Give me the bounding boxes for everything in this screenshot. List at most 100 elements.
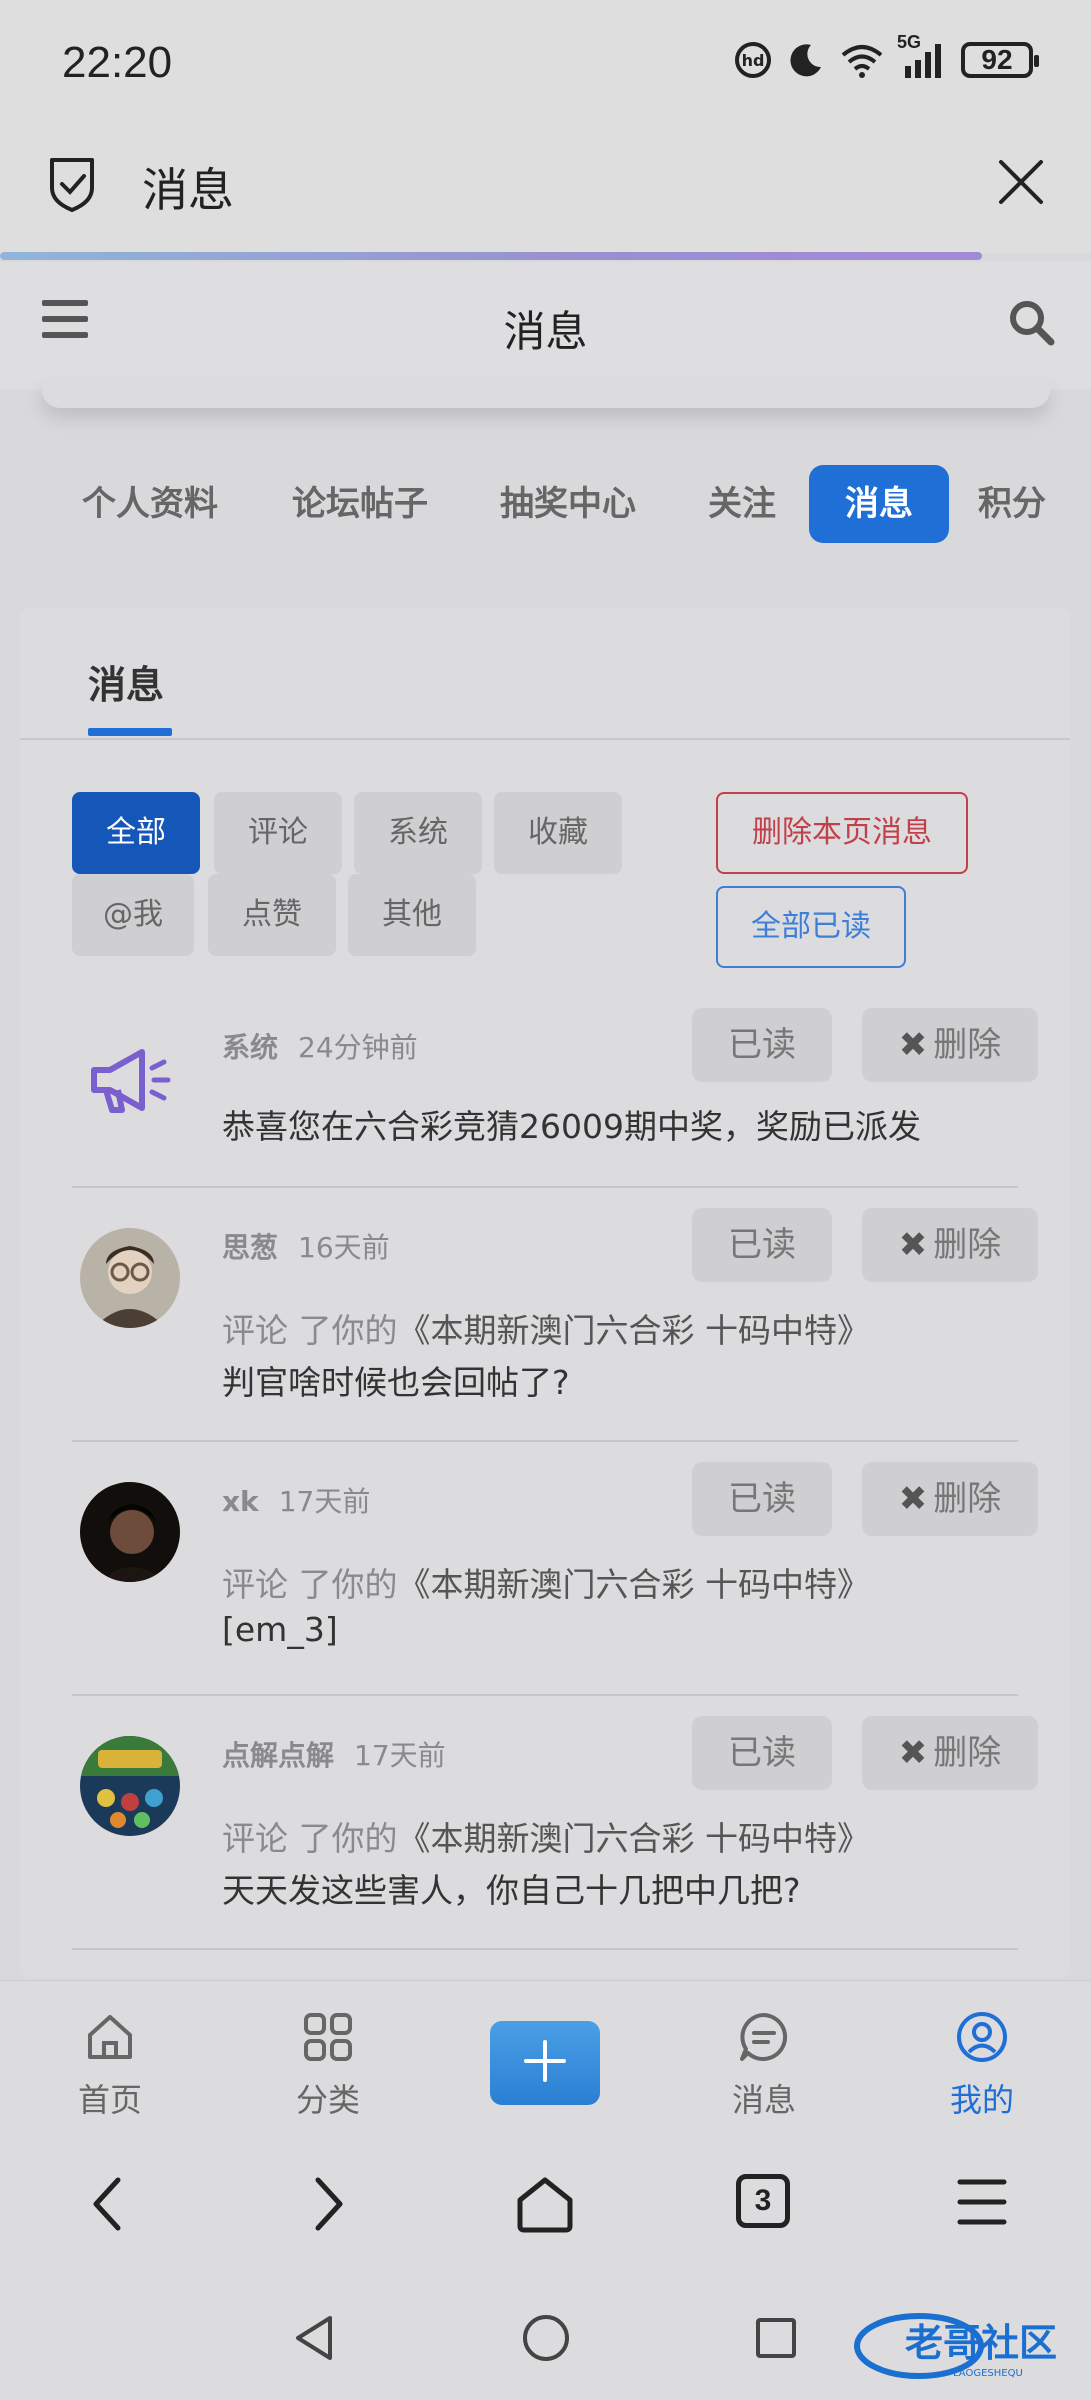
card-divider [20, 738, 1070, 740]
message-item: 思葱 16天前 已读 ✖ 删除 评论 了你的《本期新澳门六合彩 十码中特》 判官啥时… [72, 1208, 1038, 1462]
message-action: 评论 了你的 [222, 1819, 398, 1858]
back-icon[interactable] [88, 2174, 128, 2238]
nav-mine-label: 我的 [949, 2081, 1014, 2119]
chat-icon [736, 2013, 792, 2069]
delete-label: 删除 [933, 1025, 1002, 1065]
message-item: 系统 24分钟前 已读 ✖ 删除 恭喜您在六合彩竞猜26009期中奖，奖励已派发 [72, 1008, 1038, 1208]
system-home-icon[interactable] [520, 2312, 572, 2368]
message-text: 恭喜您在六合彩竞猜26009期中奖，奖励已派发 [222, 1107, 921, 1146]
delete-button[interactable]: ✖ 删除 [862, 1008, 1038, 1082]
status-time: 22:20 [62, 38, 173, 87]
avatar[interactable] [80, 1228, 180, 1328]
system-back-icon[interactable] [290, 2312, 338, 2368]
mark-read-button[interactable]: 已读 [692, 1008, 832, 1082]
system-recents-icon[interactable] [752, 2312, 800, 2368]
tab-profile[interactable]: 个人资料 [70, 465, 230, 543]
card-tab-messages[interactable]: 消息 [88, 654, 164, 709]
network-type: 5G [897, 32, 922, 52]
battery-icon: 92 [961, 42, 1039, 78]
header-shadow-edge [42, 380, 1050, 408]
filter-other[interactable]: 其他 [348, 874, 476, 956]
page-load-progress [0, 252, 982, 260]
card-tab-underline [88, 728, 172, 736]
thread-link[interactable]: 《本期新澳门六合彩 十码中特》 [398, 1819, 871, 1858]
delete-button[interactable]: ✖ 删除 [862, 1716, 1038, 1790]
close-icon: ✖ [898, 1225, 928, 1265]
mark-read-button[interactable]: 已读 [692, 1208, 832, 1282]
filter-comments[interactable]: 评论 [214, 792, 342, 874]
browser-page-title: 消息 [142, 163, 234, 217]
tabs-count-icon[interactable]: 3 [736, 2174, 790, 2228]
message-user[interactable]: 系统 [222, 1031, 278, 1064]
delete-button[interactable]: ✖ 删除 [862, 1208, 1038, 1282]
moon-icon [787, 41, 825, 79]
shield-check-icon[interactable] [44, 154, 100, 218]
status-bar: 22:20 hd 5G 92 [0, 0, 1091, 130]
nav-messages-label: 消息 [731, 2081, 796, 2119]
status-icons: hd 5G 92 [733, 32, 1039, 80]
tab-follow[interactable]: 关注 [700, 465, 784, 543]
close-icon: ✖ [898, 1025, 928, 1065]
new-post-button[interactable] [490, 2021, 600, 2105]
thread-link[interactable]: 《本期新澳门六合彩 十码中特》 [398, 1565, 871, 1604]
filter-favorites[interactable]: 收藏 [494, 792, 622, 874]
forward-icon[interactable] [308, 2174, 348, 2238]
watermark-logo: 老哥社区 LAOGESHEQU [849, 2306, 1079, 2386]
system-nav: 老哥社区 LAOGESHEQU [0, 2280, 1091, 2400]
filter-system[interactable]: 系统 [354, 792, 482, 874]
tab-lottery-center[interactable]: 抽奖中心 [488, 465, 648, 543]
megaphone-icon [80, 1030, 180, 1130]
filter-all[interactable]: 全部 [72, 792, 200, 874]
home-icon [82, 2015, 138, 2069]
mark-read-button[interactable]: 已读 [692, 1462, 832, 1536]
message-time: 17天前 [278, 1485, 371, 1518]
close-icon[interactable] [995, 156, 1047, 212]
tab-messages[interactable]: 消息 [809, 465, 949, 543]
nav-mine[interactable]: 我的 [912, 2009, 1052, 2121]
profile-tabs: 个人资料 论坛帖子 抽奖中心 关注 消息 积分 [0, 465, 1091, 545]
message-meta: xk 17天前 [222, 1480, 370, 1520]
message-time: 17天前 [354, 1739, 446, 1772]
message-context: 评论 了你的《本期新澳门六合彩 十码中特》 [222, 1558, 870, 1606]
filter-likes[interactable]: 点赞 [208, 874, 336, 956]
watermark-brand: 老哥社区 [905, 2321, 1057, 2365]
search-icon[interactable] [1007, 298, 1055, 350]
hd-call-icon: hd [733, 40, 773, 80]
browser-nav: 3 [0, 2130, 1091, 2280]
delete-label: 删除 [933, 1225, 1002, 1265]
message-time: 24分钟前 [298, 1031, 418, 1064]
grid-icon [300, 2013, 356, 2069]
message-meta: 系统 24分钟前 [222, 1026, 418, 1066]
avatar[interactable] [80, 1482, 180, 1582]
nav-categories[interactable]: 分类 [258, 2009, 398, 2121]
message-context: 评论 了你的《本期新澳门六合彩 十码中特》 [222, 1812, 870, 1860]
nav-home[interactable]: 首页 [40, 2009, 180, 2121]
menu-icon[interactable] [956, 2174, 1008, 2234]
message-text: [em_3] [222, 1610, 338, 1649]
home-icon[interactable] [514, 2174, 576, 2238]
message-action: 评论 了你的 [222, 1565, 398, 1604]
message-user[interactable]: 思葱 [222, 1231, 278, 1264]
thread-link[interactable]: 《本期新澳门六合彩 十码中特》 [398, 1311, 871, 1350]
filter-mentions[interactable]: @我 [72, 874, 194, 956]
site-header: 消息 [0, 262, 1091, 390]
nav-messages[interactable]: 消息 [694, 2009, 834, 2121]
mark-read-button[interactable]: 已读 [692, 1716, 832, 1790]
avatar[interactable] [80, 1736, 180, 1836]
browser-title-bar: 消息 [0, 130, 1091, 254]
message-item: xk 17天前 已读 ✖ 删除 评论 了你的《本期新澳门六合彩 十码中特》 [em_… [72, 1462, 1038, 1716]
svg-text:hd: hd [742, 51, 765, 70]
message-text: 天天发这些害人，你自己十几把中几把? [222, 1871, 801, 1910]
messages-card: 消息 全部 评论 系统 收藏 @我 点赞 其他 删除本页消息 全部已读 系统 24… [20, 608, 1070, 1978]
message-user[interactable]: xk [222, 1485, 259, 1518]
plus-icon [520, 2036, 570, 2090]
mark-all-read-button[interactable]: 全部已读 [716, 886, 906, 968]
message-user[interactable]: 点解点解 [222, 1739, 334, 1772]
tab-forum-posts[interactable]: 论坛帖子 [280, 465, 440, 543]
delete-button[interactable]: ✖ 删除 [862, 1462, 1038, 1536]
wifi-icon [839, 41, 885, 79]
tab-points[interactable]: 积分 [972, 465, 1052, 543]
delete-page-messages-button[interactable]: 删除本页消息 [716, 792, 968, 874]
profile-icon [954, 2012, 1010, 2069]
message-text: 判官啥时候也会回帖了? [222, 1363, 570, 1402]
